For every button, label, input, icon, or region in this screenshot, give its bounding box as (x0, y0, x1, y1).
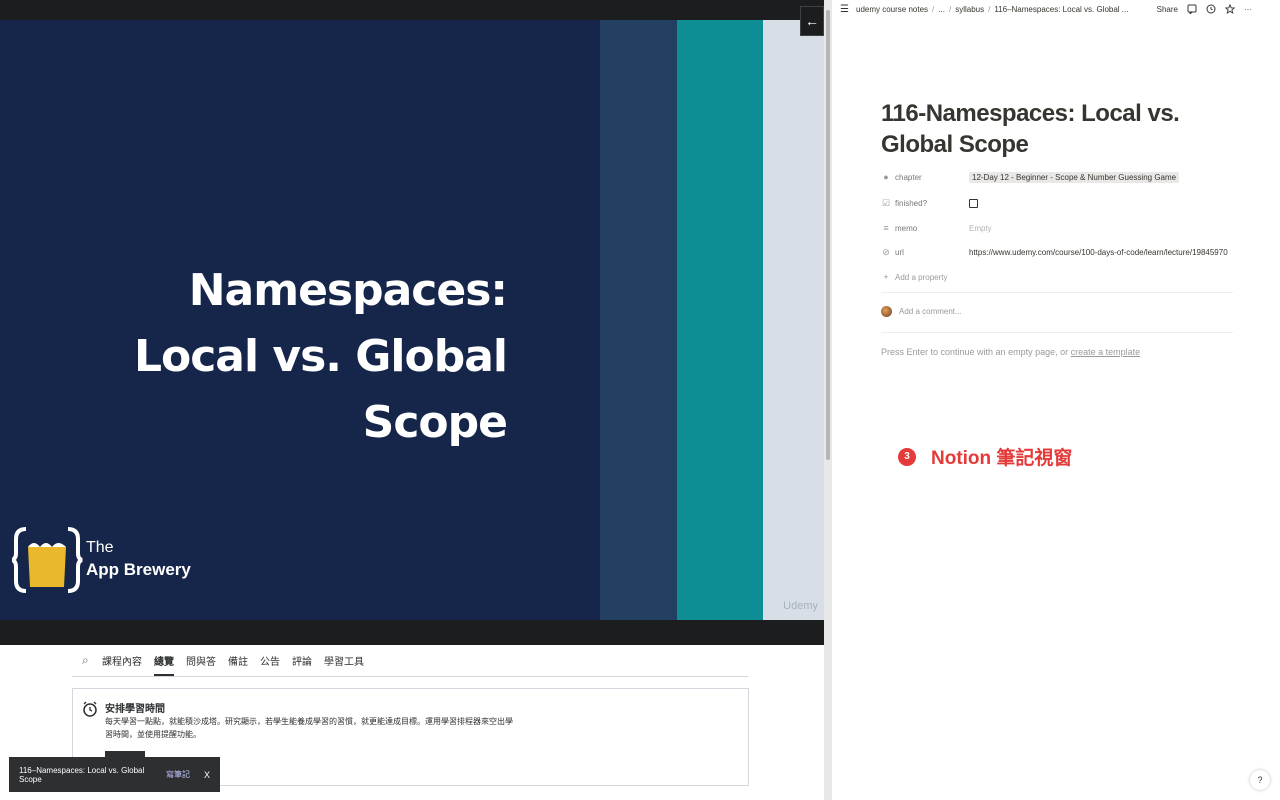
page-title[interactable]: 116-Namespaces: Local vs. Global Scope (881, 98, 1241, 160)
breadcrumb-item[interactable]: ... (938, 5, 945, 14)
alarm-clock-icon (83, 701, 97, 717)
breadcrumb: udemy course notes /... / syllabus/116–Name… (856, 5, 1129, 14)
top-bar (0, 0, 824, 20)
empty-page-hint: Press Enter to continue with an empty pa… (881, 347, 1140, 357)
search-icon[interactable]: ⌕ (72, 653, 102, 668)
take-note-link[interactable]: 寫筆記 (166, 769, 190, 780)
star-icon[interactable] (1225, 4, 1235, 14)
add-property-label: Add a property (895, 272, 948, 282)
breadcrumb-item[interactable]: udemy course notes (856, 5, 928, 14)
brand-line1: The (86, 539, 114, 556)
note-toast: 116–Namespaces: Local vs. Global Scope 寫… (9, 757, 220, 792)
divider-line (881, 332, 1233, 333)
slide-title: Namespaces: Local vs. Global Scope (0, 258, 508, 456)
menu-icon[interactable]: ☰ (840, 4, 849, 15)
player-control-bar[interactable] (0, 620, 824, 645)
tab-announcements[interactable]: 公告 (260, 653, 280, 668)
brand-text: The App Brewery (86, 537, 191, 581)
slide-stripe-grey (763, 20, 824, 620)
toast-title: 116–Namespaces: Local vs. Global Scope (19, 765, 145, 784)
tab-overview[interactable]: 總覽 (154, 653, 174, 668)
udemy-player-pane: Namespaces: Local vs. Global Scope The A… (0, 0, 824, 800)
tab-learning-tools[interactable]: 學習工具 (324, 653, 364, 668)
more-icon[interactable]: ··· (1244, 5, 1252, 14)
slide-stripe-teal (677, 20, 763, 620)
video-player[interactable]: Namespaces: Local vs. Global Scope The A… (0, 20, 824, 620)
link-icon: ⊘ (882, 246, 890, 257)
comment-placeholder: Add a comment... (899, 307, 962, 316)
tab-course-content[interactable]: 課程內容 (102, 653, 142, 668)
notion-topbar: ☰ udemy course notes /... / syllabus/116–Na… (832, 0, 1280, 20)
brand-line2: App Brewery (86, 560, 191, 579)
slide-stripe-navy (600, 20, 677, 620)
schedule-card-title: 安排學習時間 (105, 704, 165, 715)
avatar (881, 306, 892, 317)
slide-title-line2: Local vs. Global Scope (133, 331, 508, 448)
property-label: url (895, 247, 904, 257)
memo-value[interactable]: Empty (969, 224, 992, 233)
udemy-watermark: Udemy (783, 600, 818, 612)
property-label: chapter (895, 172, 922, 182)
property-url[interactable]: ⊘ url https://www.udemy.com/course/100-da… (881, 243, 1228, 261)
breadcrumb-item[interactable]: 116–Namespaces: Local vs. Global ... (994, 5, 1128, 14)
collapse-sidebar-button[interactable]: ← (800, 6, 824, 36)
tab-notes[interactable]: 備註 (228, 653, 248, 668)
clock-icon[interactable] (1206, 4, 1216, 14)
close-toast-button[interactable]: X (204, 770, 210, 780)
create-template-link[interactable]: create a template (1071, 347, 1141, 357)
add-property-button[interactable]: + Add a property (881, 268, 947, 286)
checkbox-property-icon: ☑ (881, 197, 891, 208)
property-label: memo (895, 223, 918, 233)
url-value[interactable]: https://www.udemy.com/course/100-days-of… (969, 248, 1228, 257)
annotation-number-badge: 3 (898, 447, 916, 466)
slide-title-line1: Namespaces: (188, 265, 508, 316)
divider-line (881, 292, 1233, 293)
property-finished[interactable]: ☑ finished? (881, 194, 978, 212)
hint-text: Press Enter to continue with an empty pa… (881, 347, 1071, 357)
screen: Namespaces: Local vs. Global Scope The A… (0, 0, 1280, 800)
property-memo[interactable]: ≡ memo Empty (881, 219, 992, 237)
text-lines-icon: ≡ (883, 223, 889, 233)
annotation-label: 3 Notion 筆記視窗 (898, 443, 1072, 470)
notion-pane: ☰ udemy course notes /... / syllabus/116–Na… (832, 0, 1280, 800)
annotation-text: Notion 筆記視窗 (931, 448, 1073, 469)
finished-checkbox[interactable] (969, 198, 978, 208)
course-tabs: ⌕ 課程內容 總覽 問與答 備註 公告 評論 學習工具 (72, 645, 748, 677)
notion-actions: Share ··· (1157, 4, 1252, 14)
property-label: finished? (895, 198, 928, 208)
help-button[interactable]: ? (1250, 770, 1270, 790)
comment-input[interactable]: Add a comment... (881, 306, 962, 317)
plus-icon: + (883, 272, 889, 282)
scrollbar[interactable] (826, 10, 830, 460)
schedule-card-body: 每天學習一點點，就能積沙成塔。研究顯示，若學生能養成學習的習慣，就更能達成目標。… (105, 717, 513, 739)
arrow-left-icon: ← (805, 13, 819, 29)
comment-icon[interactable] (1187, 4, 1197, 14)
select-icon: ● (883, 172, 889, 182)
property-chapter[interactable]: ● chapter 12-Day 12 - Beginner - Scope & … (881, 168, 1180, 186)
tab-qa[interactable]: 問與答 (186, 653, 216, 668)
chapter-tag[interactable]: 12-Day 12 - Beginner - Scope & Number Gu… (969, 171, 1180, 183)
share-button[interactable]: Share (1157, 5, 1178, 14)
tab-reviews[interactable]: 評論 (292, 653, 312, 668)
breadcrumb-item[interactable]: syllabus (955, 5, 984, 14)
